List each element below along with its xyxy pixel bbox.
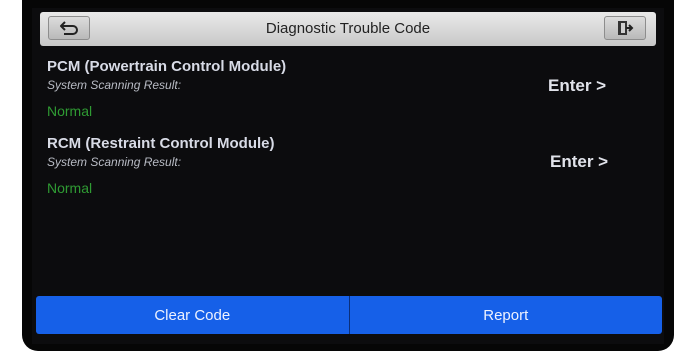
enter-button-pcm[interactable]: Enter > <box>548 76 606 96</box>
scan-status: Normal <box>47 180 93 196</box>
module-name: RCM (Restraint Control Module) <box>47 135 275 152</box>
clear-code-button[interactable]: Clear Code <box>36 296 349 334</box>
page-title: Diagnostic Trouble Code <box>265 20 431 37</box>
device-frame: Diagnostic Trouble Code PCM (Powertrain … <box>22 0 674 351</box>
screen: Diagnostic Trouble Code PCM (Powertrain … <box>32 8 664 344</box>
exit-icon <box>618 21 634 35</box>
title-bar: Diagnostic Trouble Code <box>40 12 656 46</box>
module-name: PCM (Powertrain Control Module) <box>47 58 287 75</box>
exit-button[interactable] <box>604 16 646 40</box>
enter-button-rcm[interactable]: Enter > <box>550 152 608 172</box>
scan-status: Normal <box>47 103 93 119</box>
report-button[interactable]: Report <box>349 296 662 334</box>
bottom-action-bar: Clear Code Report <box>36 296 662 334</box>
